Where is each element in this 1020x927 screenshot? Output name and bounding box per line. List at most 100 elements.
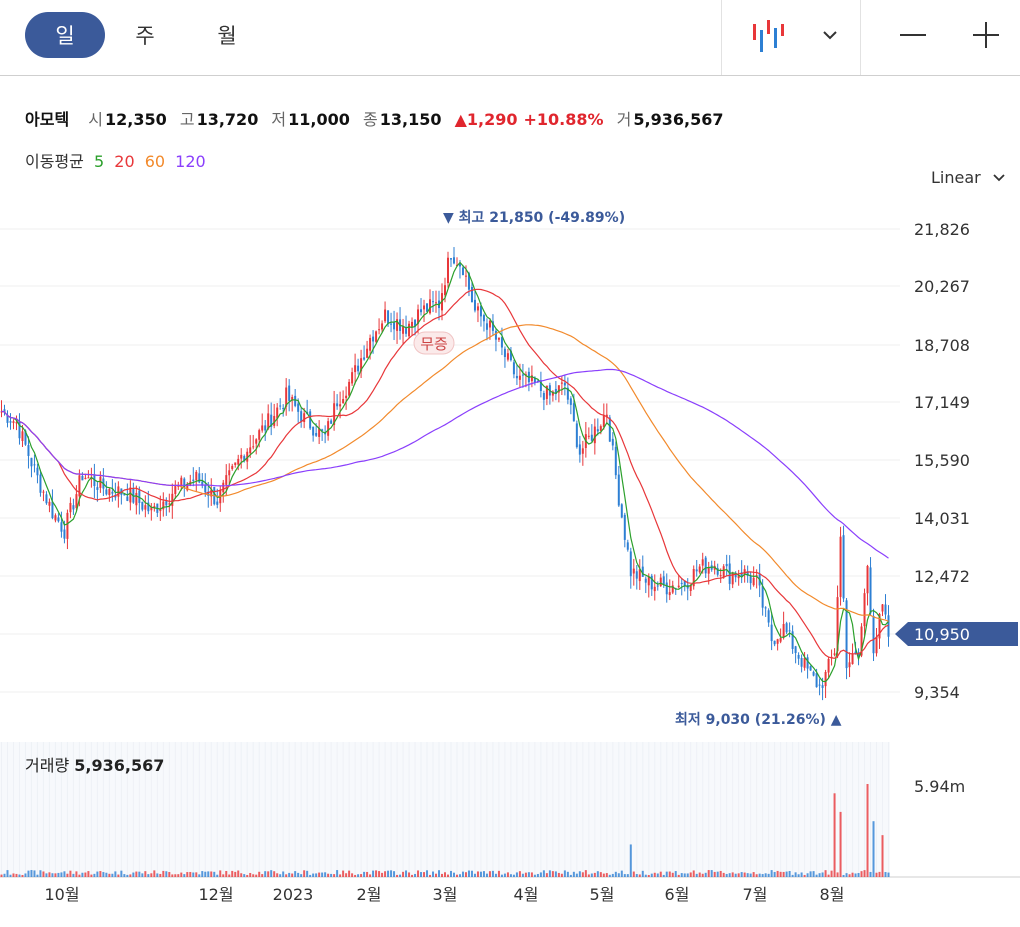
- volume-bar: [725, 873, 728, 877]
- volume-bar: [105, 872, 108, 877]
- volume-bar: [734, 873, 737, 877]
- volume-bar: [6, 870, 9, 877]
- volume-bar: [563, 870, 566, 877]
- candle-body: [782, 624, 785, 638]
- moving-average-line-120: [1, 368, 889, 559]
- volume-bar: [204, 871, 207, 877]
- candle-body: [264, 425, 267, 431]
- volume-bar: [854, 873, 857, 877]
- volume-bar: [30, 870, 33, 877]
- volume-bar: [779, 871, 782, 877]
- y-tick-label: 9,354: [914, 683, 960, 702]
- candle-body: [372, 336, 375, 342]
- candle-body: [312, 426, 315, 436]
- volume-bar: [72, 873, 75, 877]
- candle-body: [69, 502, 72, 513]
- price-chart[interactable]: 21,826 20,267 18,708 17,149 15,590 14,031 12,4…: [0, 195, 1020, 927]
- chevron-down-icon[interactable]: [810, 16, 850, 56]
- y-tick-label: 14,031: [914, 509, 970, 528]
- volume-bar: [303, 870, 306, 877]
- volume-bar: [15, 873, 18, 877]
- volume-bar: [42, 871, 45, 877]
- ma-legend-label: 이동평균: [25, 152, 84, 171]
- change-percent: +10.88%: [523, 110, 604, 129]
- candle-body: [776, 639, 779, 644]
- volume-bar: [458, 874, 461, 877]
- candle-body: [378, 329, 381, 331]
- volume-bar: [773, 871, 776, 877]
- candlestick-icon[interactable]: [750, 16, 790, 56]
- volume-bar: [620, 870, 623, 877]
- volume-bar: [566, 871, 569, 877]
- volume-bar: [686, 873, 689, 877]
- volume-bar: [102, 872, 105, 877]
- volume-bar: [704, 872, 707, 877]
- moving-average-legend[interactable]: 이동평균 5 20 60 120: [25, 148, 211, 172]
- volume-bar: [539, 872, 542, 877]
- x-tick-label: 12월: [198, 885, 233, 904]
- volume-bar: [524, 872, 527, 877]
- volume-bar: [36, 874, 39, 877]
- candle-body: [444, 285, 446, 296]
- volume-bar: [629, 844, 632, 877]
- minus-icon[interactable]: [893, 16, 933, 56]
- candle-body: [503, 348, 506, 358]
- candle-body: [596, 429, 599, 432]
- volume-bar: [692, 870, 695, 877]
- candle-body: [429, 299, 432, 314]
- volume-bar: [791, 874, 794, 877]
- volume-bar: [9, 874, 12, 877]
- candle-body: [725, 563, 728, 567]
- high-label: 고: [179, 110, 195, 129]
- volume-bar: [258, 871, 261, 877]
- candle-body: [228, 470, 231, 476]
- candle-body: [48, 501, 51, 506]
- candle-body: [75, 494, 78, 508]
- candle-body: [165, 501, 168, 506]
- volume-bar: [54, 873, 57, 877]
- candle-body: [294, 395, 297, 406]
- candle-body: [623, 514, 626, 540]
- candle-body: [369, 337, 372, 351]
- candle-body: [803, 657, 806, 668]
- candle-body: [542, 393, 545, 400]
- candle-body: [39, 474, 42, 493]
- period-day-button[interactable]: 일: [25, 12, 105, 58]
- volume-bar: [0, 874, 3, 877]
- candle-body: [797, 654, 800, 659]
- volume-bar: [444, 872, 446, 877]
- volume-bar: [767, 873, 770, 877]
- period-week-button[interactable]: 주: [105, 12, 185, 58]
- candle-body: [881, 604, 884, 612]
- period-month-button[interactable]: 월: [187, 12, 267, 58]
- volume-bar: [75, 871, 78, 877]
- volume-bar: [153, 870, 156, 877]
- volume-bar: [114, 871, 117, 877]
- candle-body: [348, 381, 351, 396]
- volume-bar: [884, 872, 887, 877]
- candle-body: [240, 454, 243, 459]
- volume-axis-label: 5.94m: [914, 777, 965, 796]
- volume-bar: [731, 872, 734, 877]
- scale-selector[interactable]: Linear: [931, 168, 1006, 187]
- candle-body: [617, 474, 620, 506]
- volume-bar: [384, 871, 387, 877]
- volume-bar: [123, 874, 126, 877]
- volume-bar: [785, 871, 788, 877]
- volume-panel-value: 5,936,567: [74, 756, 165, 775]
- volume-bar: [288, 872, 291, 877]
- volume-bar: [270, 870, 273, 877]
- volume-bar: [399, 874, 402, 877]
- volume-bar: [659, 871, 662, 877]
- volume-bar: [827, 874, 830, 877]
- plus-icon[interactable]: [966, 16, 1006, 56]
- candle-body: [644, 578, 647, 583]
- candle-body: [764, 607, 767, 609]
- candle-body: [560, 382, 563, 384]
- candle-body: [575, 423, 578, 448]
- candle-body: [216, 501, 219, 505]
- volume-bar: [162, 870, 165, 877]
- candle-body: [435, 302, 438, 304]
- volume-bar: [713, 871, 716, 877]
- volume-bar: [183, 874, 186, 877]
